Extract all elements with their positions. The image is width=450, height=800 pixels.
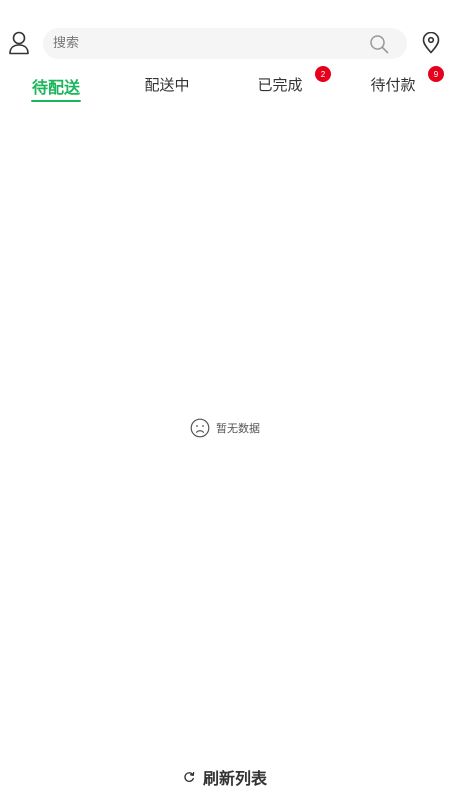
tab-label: 已完成	[257, 76, 303, 94]
tab-label: 待付款	[370, 76, 416, 94]
tab-completed[interactable]: 已完成 2	[230, 64, 331, 104]
refresh-list-button[interactable]: 刷新列表	[0, 762, 450, 792]
active-tab-indicator	[31, 100, 81, 102]
tab-delivering[interactable]: 配送中	[117, 64, 217, 104]
sad-face-icon	[190, 418, 210, 438]
search-bar	[43, 28, 407, 59]
count-badge: 9	[428, 66, 444, 82]
location-button[interactable]	[418, 28, 444, 58]
tab-awaiting-payment[interactable]: 待付款 9	[343, 64, 444, 104]
refresh-icon	[184, 771, 195, 783]
count-badge: 2	[315, 66, 331, 82]
tab-pending-delivery[interactable]: 待配送	[6, 64, 106, 104]
empty-state-text: 暂无数据	[216, 422, 260, 435]
tab-label: 待配送	[31, 78, 80, 97]
top-bar	[0, 0, 450, 60]
location-pin-icon	[422, 32, 440, 54]
tab-label: 配送中	[144, 76, 190, 94]
user-icon	[9, 31, 29, 55]
search-button[interactable]	[359, 28, 399, 59]
order-status-tabs: 待配送 配送中 已完成 2 待付款 9	[0, 64, 450, 104]
delivery-orders-page: 待配送 配送中 已完成 2 待付款 9 暂无数据 刷新列表	[0, 0, 450, 800]
user-button[interactable]	[6, 28, 32, 58]
refresh-label: 刷新列表	[202, 769, 267, 788]
empty-state: 暂无数据	[0, 416, 450, 440]
search-icon	[370, 34, 389, 53]
search-input[interactable]	[43, 28, 359, 59]
